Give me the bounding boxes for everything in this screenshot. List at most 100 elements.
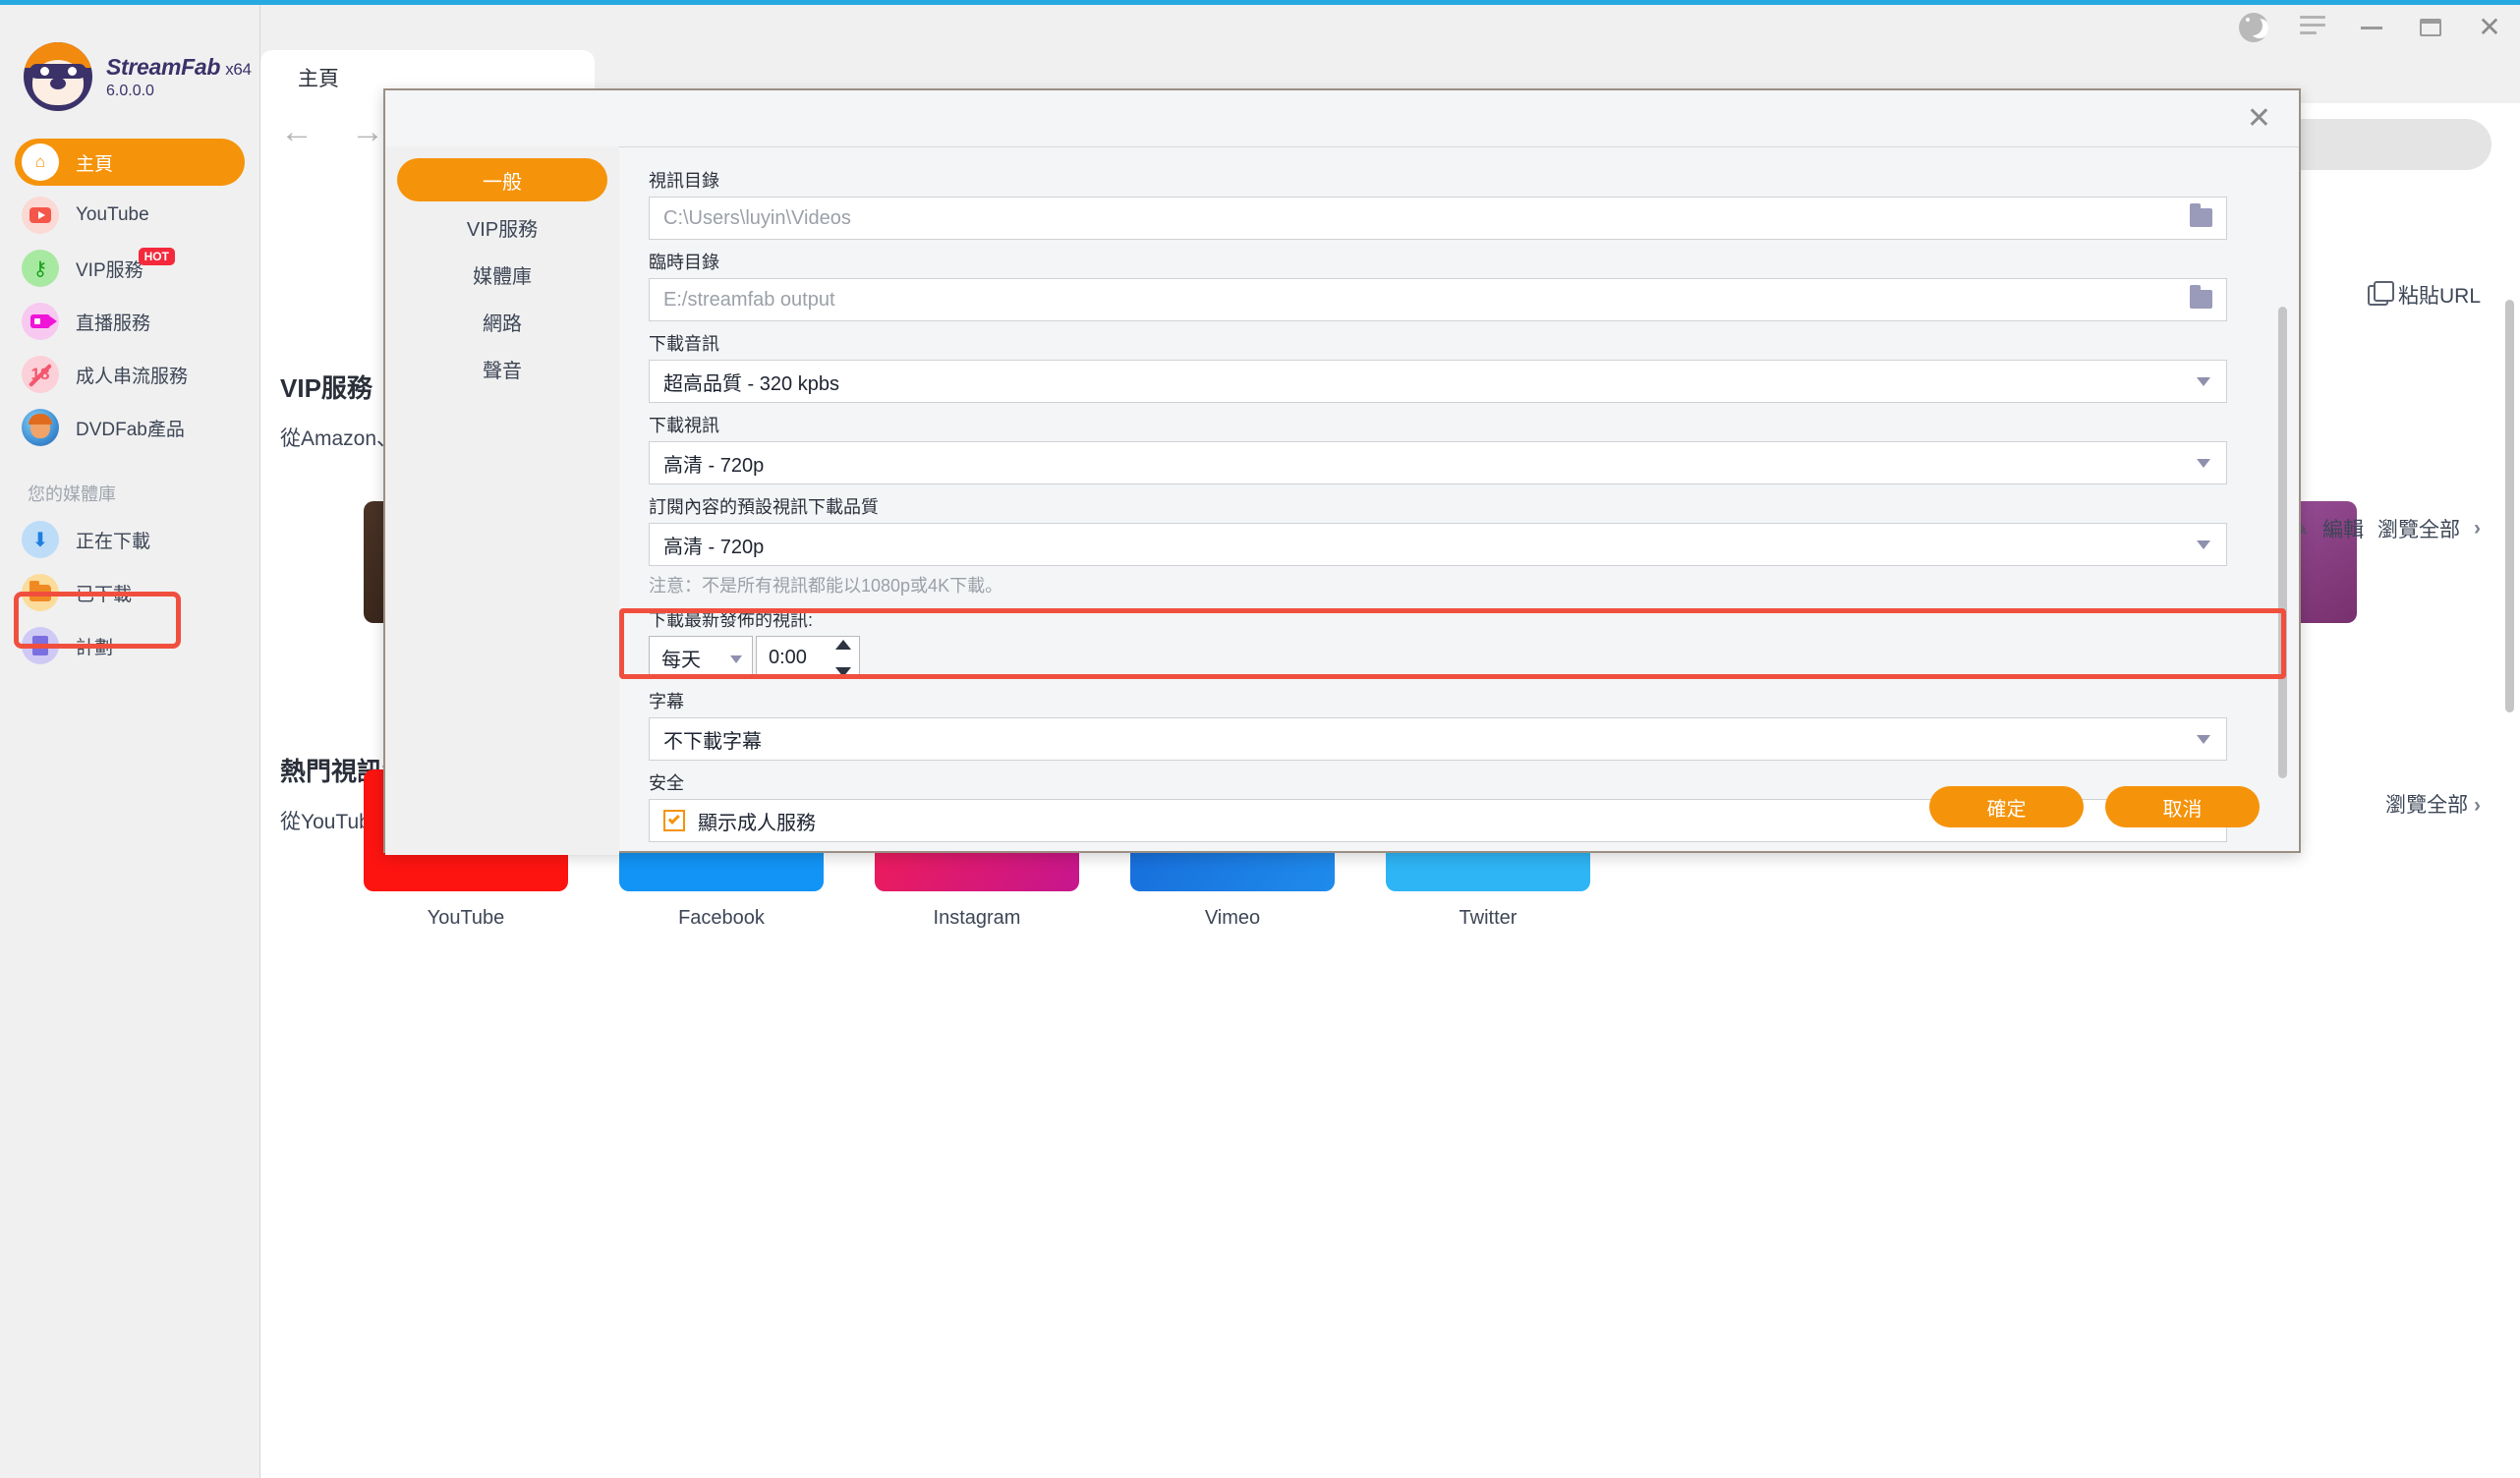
brand-version: 6.0.0.0	[106, 82, 154, 99]
time-stepper[interactable]: 0:00	[756, 636, 860, 679]
stepper-up-icon[interactable]	[835, 640, 851, 650]
app-window: ✕ StreamFab x64 6.0.0.0 ⌂ 主頁 YouTube ⚷ V…	[0, 0, 2520, 1478]
browse-all-link[interactable]: 瀏覽全部	[2377, 514, 2460, 543]
sidebar-item-home[interactable]: ⌂ 主頁	[15, 139, 245, 186]
sub-default-quality-label: 訂閱內容的預設視訊下載品質	[649, 497, 879, 517]
ok-button[interactable]: 確定	[1929, 786, 2084, 827]
menu-icon[interactable]	[2296, 11, 2329, 44]
sidebar-item-downloading[interactable]: ⬇ 正在下載	[15, 516, 245, 563]
audio-quality-value: 超高品質 - 320 kpbs	[663, 372, 839, 395]
temp-dir-input[interactable]: E:/streamfab output	[649, 278, 2227, 321]
audio-quality-label: 下載音訊	[649, 334, 719, 354]
chevron-down-icon	[2197, 377, 2210, 386]
sidebar-item-label: 直播服務	[76, 313, 151, 334]
live-camera-icon	[22, 303, 59, 340]
sidebar-item-youtube[interactable]: YouTube	[15, 192, 245, 239]
dialog-scrollbar[interactable]	[2278, 307, 2287, 778]
sidebar-nav: ⌂ 主頁 YouTube ⚷ VIP服務 HOT 直播服務 18 成人串流服務	[0, 139, 259, 669]
plan-sheet-icon	[22, 627, 59, 664]
sidebar-item-label: YouTube	[76, 204, 149, 225]
tab-home-label: 主頁	[298, 68, 339, 90]
forward-icon[interactable]: →	[351, 115, 384, 148]
dialog-tab-general[interactable]: 一般	[397, 158, 607, 201]
sidebar-item-dvdfab[interactable]: DVDFab產品	[15, 404, 245, 451]
maximize-icon[interactable]	[2414, 11, 2447, 44]
sidebar-item-adult[interactable]: 18 成人串流服務	[15, 351, 245, 398]
paste-url-label: 粘貼URL	[2397, 285, 2481, 308]
sidebar-item-live[interactable]: 直播服務	[15, 298, 245, 345]
dialog-tab-list: 一般 VIP服務 媒體庫 網路 聲音	[385, 146, 619, 855]
window-controls: ✕	[2237, 5, 2506, 50]
subtitle-value: 不下載字幕	[663, 730, 762, 753]
chevron-right-icon[interactable]: ›	[2474, 517, 2481, 540]
minimize-icon[interactable]	[2355, 11, 2388, 44]
cancel-button-label: 取消	[2162, 798, 2203, 821]
browse-folder-icon[interactable]	[2190, 203, 2212, 227]
stepper-down-icon[interactable]	[835, 667, 851, 677]
close-icon[interactable]: ✕	[2473, 11, 2506, 44]
folder-icon	[22, 574, 59, 611]
subtitle-select[interactable]: 不下載字幕	[649, 717, 2227, 761]
edit-link[interactable]: 編輯	[2322, 514, 2364, 543]
brand-logo: StreamFab x64 6.0.0.0	[0, 25, 259, 111]
dialog-tab-label: 網路	[483, 313, 522, 335]
sidebar-item-downloaded[interactable]: 已下載	[15, 569, 245, 616]
latest-videos-row: 每天 0:00	[649, 636, 2262, 679]
sidebar-item-label: 計劃	[76, 637, 114, 658]
settings-dialog: ✕ 一般 VIP服務 媒體庫 網路 聲音 視訊目錄 C:\Users\luyin…	[383, 88, 2301, 855]
back-icon[interactable]: ←	[280, 115, 314, 148]
sub-default-quality-value: 高清 - 720p	[663, 536, 765, 558]
sidebar-item-vip[interactable]: ⚷ VIP服務 HOT	[15, 245, 245, 292]
tile-label: Instagram	[933, 907, 1021, 929]
brand-text: StreamFab x64 6.0.0.0	[106, 54, 252, 100]
sidebar-item-label: 主頁	[76, 153, 114, 175]
dialog-close-icon[interactable]: ✕	[2247, 104, 2271, 134]
adult-blocked-icon: 18	[22, 356, 59, 393]
brand-name: StreamFab	[106, 53, 221, 80]
sidebar-item-label: 正在下載	[76, 531, 151, 552]
brand-arch: x64	[225, 59, 252, 79]
video-quality-select[interactable]: 高清 - 720p	[649, 441, 2227, 484]
sidebar-item-label: VIP服務	[76, 259, 143, 281]
sub-default-quality-select[interactable]: 高清 - 720p	[649, 523, 2227, 566]
subtitle-label: 字幕	[649, 692, 684, 711]
chevron-down-icon	[2197, 459, 2210, 468]
system-heading: 系統	[649, 851, 2262, 855]
paste-url-button[interactable]: 粘貼URL	[2367, 280, 2481, 310]
hot-badge: HOT	[138, 248, 175, 265]
dialog-tab-label: VIP服務	[466, 218, 539, 241]
dialog-tab-label: 媒體庫	[473, 265, 532, 288]
key-icon: ⚷	[22, 250, 59, 287]
tile-label: YouTube	[427, 907, 505, 929]
temp-dir-label: 臨時目錄	[649, 253, 719, 272]
hot-browse-all[interactable]: 瀏覽全部 ›	[2385, 789, 2481, 819]
library-heading: 您的媒體庫	[28, 484, 116, 504]
tile-label: Vimeo	[1204, 907, 1261, 929]
night-mode-icon[interactable]	[2237, 11, 2270, 44]
chevron-down-icon	[730, 655, 742, 663]
sloth-logo-icon	[24, 42, 92, 111]
dialog-buttons: 確定 取消	[1929, 786, 2260, 827]
video-quality-value: 高清 - 720p	[663, 454, 765, 477]
sidebar-item-plan[interactable]: 計劃	[15, 622, 245, 669]
show-adult-service-label: 顯示成人服務	[698, 812, 816, 834]
download-arrow-icon: ⬇	[22, 521, 59, 558]
dialog-tab-network[interactable]: 網路	[397, 300, 607, 343]
cancel-button[interactable]: 取消	[2105, 786, 2260, 827]
latest-videos-label: 下載最新發佈的視訊:	[649, 610, 814, 630]
dialog-tab-audio[interactable]: 聲音	[397, 347, 607, 390]
stepper-arrows[interactable]	[833, 640, 853, 677]
tile-label: Facebook	[678, 907, 765, 929]
browse-folder-icon[interactable]	[2190, 285, 2212, 309]
page-scrollbar[interactable]	[2505, 300, 2514, 712]
ok-button-label: 確定	[1986, 798, 2027, 821]
video-dir-input[interactable]: C:\Users\luyin\Videos	[649, 197, 2227, 240]
copy-icon	[2367, 280, 2394, 306]
dialog-tab-vip[interactable]: VIP服務	[397, 205, 607, 249]
dialog-tab-library[interactable]: 媒體庫	[397, 253, 607, 296]
dialog-body: 視訊目錄 C:\Users\luyin\Videos 臨時目錄 E:/strea…	[619, 146, 2301, 855]
show-adult-service-checkbox-line[interactable]: 顯示成人服務	[663, 807, 816, 835]
show-adult-service-checkbox[interactable]	[663, 810, 685, 831]
audio-quality-select[interactable]: 超高品質 - 320 kpbs	[649, 360, 2227, 403]
frequency-select[interactable]: 每天	[649, 636, 753, 679]
